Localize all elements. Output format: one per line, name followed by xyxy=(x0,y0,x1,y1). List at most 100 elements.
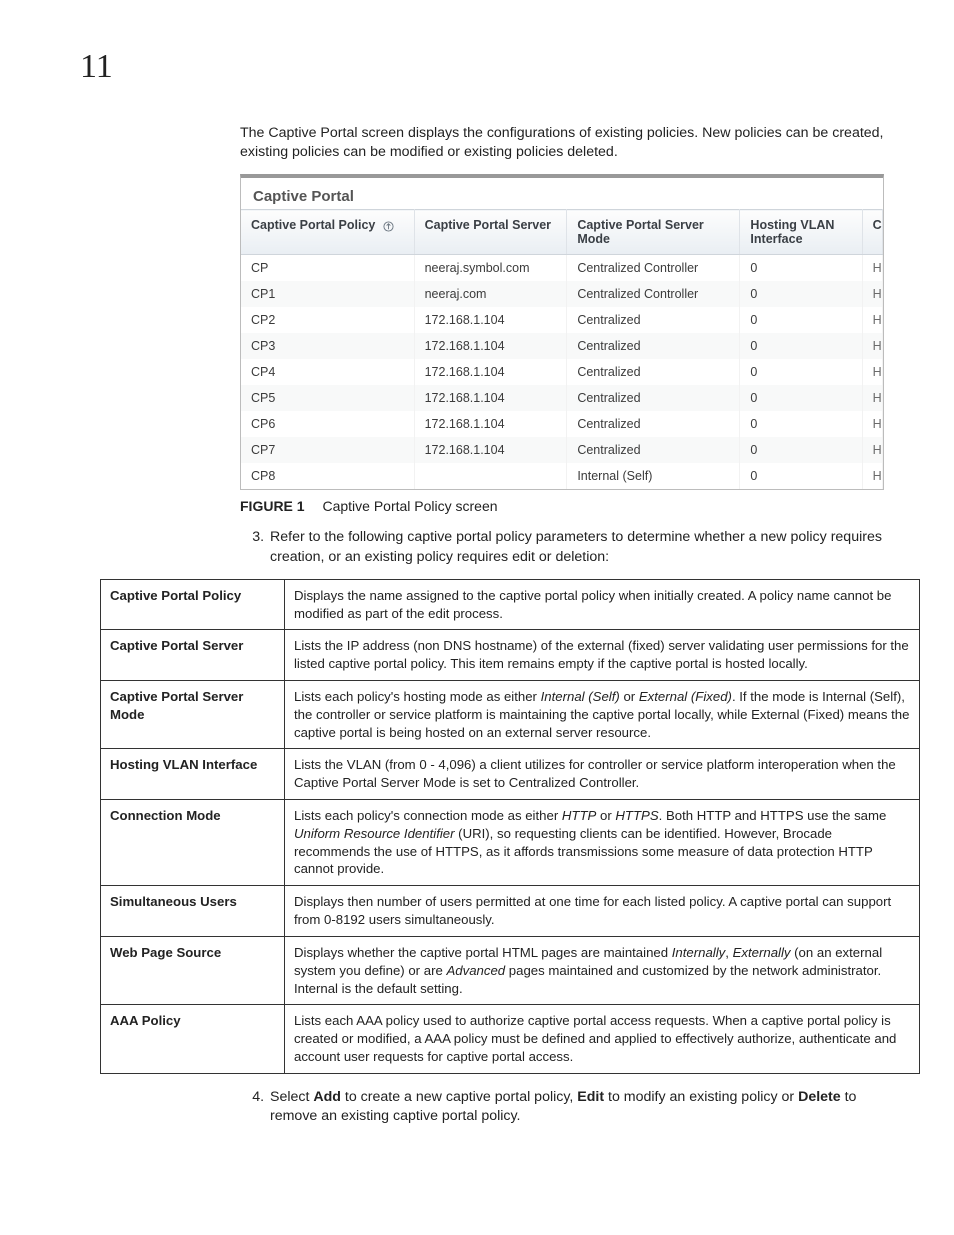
table-cell: CP2 xyxy=(241,307,414,333)
table-cell: CP7 xyxy=(241,437,414,463)
steps-list: Refer to the following captive portal po… xyxy=(240,528,884,566)
definition-desc: Displays whether the captive portal HTML… xyxy=(285,936,920,1004)
definition-desc: Lists each AAA policy used to authorize … xyxy=(285,1005,920,1073)
figure-label: FIGURE 1 xyxy=(240,498,305,514)
definition-row: Captive Portal Server ModeLists each pol… xyxy=(101,680,920,748)
table-row[interactable]: CP6172.168.1.104Centralized0H xyxy=(241,411,883,437)
figure-caption-text: Captive Portal Policy screen xyxy=(322,498,497,514)
table-cell: 172.168.1.104 xyxy=(414,385,567,411)
step-3: Refer to the following captive portal po… xyxy=(268,528,884,566)
col-mode[interactable]: Captive Portal Server Mode xyxy=(567,210,740,255)
page: 11 The Captive Portal screen displays th… xyxy=(0,0,954,1235)
table-cell: CP5 xyxy=(241,385,414,411)
table-cell: Centralized Controller xyxy=(567,281,740,307)
definition-term: Connection Mode xyxy=(101,800,285,886)
table-row[interactable]: CP1neeraj.comCentralized Controller0H xyxy=(241,281,883,307)
table-cell: 0 xyxy=(740,385,862,411)
steps-list-2: Select Add to create a new captive porta… xyxy=(240,1088,884,1126)
table-cell: H xyxy=(862,463,882,489)
definition-row: Hosting VLAN InterfaceLists the VLAN (fr… xyxy=(101,749,920,800)
table-row[interactable]: CP3172.168.1.104Centralized0H xyxy=(241,333,883,359)
col-vlan-label: Hosting VLAN Interface xyxy=(750,218,834,246)
table-cell: 0 xyxy=(740,255,862,282)
definition-desc: Lists the VLAN (from 0 - 4,096) a client… xyxy=(285,749,920,800)
table-cell: H xyxy=(862,255,882,282)
intro-text: The Captive Portal screen displays the c… xyxy=(240,124,884,162)
definition-row: AAA PolicyLists each AAA policy used to … xyxy=(101,1005,920,1073)
col-extra[interactable]: C xyxy=(862,210,882,255)
step4-mid1: to create a new captive portal policy, xyxy=(341,1089,577,1105)
definition-term: Captive Portal Server xyxy=(101,630,285,681)
table-cell: CP1 xyxy=(241,281,414,307)
panel-title: Captive Portal xyxy=(241,178,883,209)
definition-term: Captive Portal Policy xyxy=(101,579,285,630)
col-policy[interactable]: Captive Portal Policy xyxy=(241,210,414,255)
table-cell: CP3 xyxy=(241,333,414,359)
definition-row: Captive Portal PolicyDisplays the name a… xyxy=(101,579,920,630)
table-row[interactable]: CP2172.168.1.104Centralized0H xyxy=(241,307,883,333)
table-cell: CP6 xyxy=(241,411,414,437)
table-cell: H xyxy=(862,385,882,411)
delete-label: Delete xyxy=(798,1089,841,1105)
table-cell: H xyxy=(862,359,882,385)
table-cell: 172.168.1.104 xyxy=(414,333,567,359)
definition-term: Captive Portal Server Mode xyxy=(101,680,285,748)
sort-asc-icon[interactable] xyxy=(379,218,394,232)
edit-label: Edit xyxy=(577,1089,604,1105)
intro-paragraph: The Captive Portal screen displays the c… xyxy=(240,124,884,162)
definition-row: Simultaneous UsersDisplays then number o… xyxy=(101,886,920,937)
table-cell: H xyxy=(862,437,882,463)
definition-row: Web Page SourceDisplays whether the capt… xyxy=(101,936,920,1004)
col-server[interactable]: Captive Portal Server xyxy=(414,210,567,255)
table-cell: 0 xyxy=(740,411,862,437)
table-row[interactable]: CPneeraj.symbol.comCentralized Controlle… xyxy=(241,255,883,282)
definition-row: Captive Portal ServerLists the IP addres… xyxy=(101,630,920,681)
table-cell: Centralized xyxy=(567,411,740,437)
step4-pre: Select xyxy=(270,1089,313,1105)
definition-row: Connection ModeLists each policy's conne… xyxy=(101,800,920,886)
step4-mid2: to modify an existing policy or xyxy=(604,1089,798,1105)
table-cell: Centralized xyxy=(567,359,740,385)
definition-term: Web Page Source xyxy=(101,936,285,1004)
definition-desc: Lists each policy's hosting mode as eith… xyxy=(285,680,920,748)
definitions-table: Captive Portal PolicyDisplays the name a… xyxy=(100,579,920,1074)
table-cell: Centralized Controller xyxy=(567,255,740,282)
table-cell: H xyxy=(862,307,882,333)
chapter-number: 11 xyxy=(80,50,884,84)
definition-desc: Lists the IP address (non DNS hostname) … xyxy=(285,630,920,681)
table-row[interactable]: CP4172.168.1.104Centralized0H xyxy=(241,359,883,385)
figure-caption: FIGURE 1 Captive Portal Policy screen xyxy=(240,498,884,514)
table-cell: Centralized xyxy=(567,385,740,411)
col-vlan[interactable]: Hosting VLAN Interface xyxy=(740,210,862,255)
col-mode-label: Captive Portal Server Mode xyxy=(577,218,703,246)
table-cell: CP8 xyxy=(241,463,414,489)
step-4: Select Add to create a new captive porta… xyxy=(268,1088,884,1126)
col-extra-label: C xyxy=(873,218,882,232)
table-cell: CP4 xyxy=(241,359,414,385)
table-cell: neeraj.symbol.com xyxy=(414,255,567,282)
table-cell: H xyxy=(862,411,882,437)
col-policy-label: Captive Portal Policy xyxy=(251,218,375,232)
table-cell xyxy=(414,463,567,489)
table-cell: 0 xyxy=(740,281,862,307)
step-3-text: Refer to the following captive portal po… xyxy=(270,529,882,564)
table-cell: Centralized xyxy=(567,333,740,359)
table-cell: 172.168.1.104 xyxy=(414,437,567,463)
table-cell: H xyxy=(862,281,882,307)
table-cell: 0 xyxy=(740,359,862,385)
definition-desc: Displays the name assigned to the captiv… xyxy=(285,579,920,630)
table-cell: 172.168.1.104 xyxy=(414,411,567,437)
definition-desc: Lists each policy's connection mode as e… xyxy=(285,800,920,886)
table-row[interactable]: CP5172.168.1.104Centralized0H xyxy=(241,385,883,411)
table-row[interactable]: CP8 Internal (Self)0H xyxy=(241,463,883,489)
table-row[interactable]: CP7172.168.1.104Centralized0H xyxy=(241,437,883,463)
table-cell: 0 xyxy=(740,463,862,489)
table-cell: 172.168.1.104 xyxy=(414,359,567,385)
captive-portal-table: Captive Portal Policy Captive Portal Ser… xyxy=(241,209,883,489)
table-cell: H xyxy=(862,333,882,359)
definition-term: Simultaneous Users xyxy=(101,886,285,937)
table-cell: 172.168.1.104 xyxy=(414,307,567,333)
table-cell: Internal (Self) xyxy=(567,463,740,489)
definition-term: Hosting VLAN Interface xyxy=(101,749,285,800)
table-header-row: Captive Portal Policy Captive Portal Ser… xyxy=(241,210,883,255)
